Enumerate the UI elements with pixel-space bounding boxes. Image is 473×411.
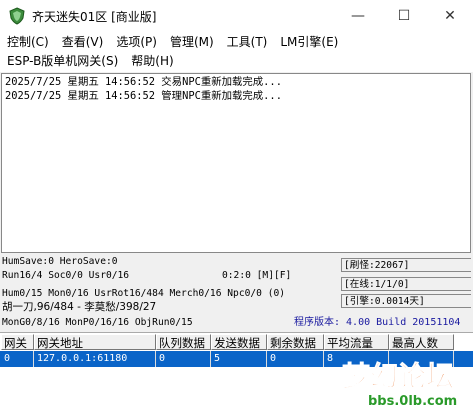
col-gateway-address[interactable]: 网关地址 (34, 334, 156, 350)
menu-tools[interactable]: 工具(T) (220, 32, 274, 52)
menu-esp-gateway[interactable]: ESP-B版单机网关(S) (0, 51, 124, 71)
title-bar: 齐天迷失01区 [商业版] — ☐ ✕ (0, 0, 473, 32)
menu-manage[interactable]: 管理(M) (163, 32, 220, 52)
menu-row-2: ESP-B版单机网关(S) 帮助(H) (0, 51, 180, 71)
menu-help[interactable]: 帮助(H) (124, 51, 179, 71)
cell-queue: 0 (156, 351, 211, 367)
cell-address: 127.0.0.1:61180 (34, 351, 156, 367)
svg-text:bbs.0lb.com: bbs.0lb.com (368, 394, 457, 409)
maximize-button[interactable]: ☐ (381, 0, 427, 32)
status-save: HumSave:0 HeroSave:0 (2, 256, 118, 267)
col-remaining-data[interactable]: 剩余数据 (267, 334, 324, 350)
cell-sent: 5 (211, 351, 267, 367)
menu-bar: 控制(C) 查看(V) 选项(P) 管理(M) 工具(T) LM引擎(E) ESP-B版单… (0, 32, 473, 72)
col-gateway[interactable]: 网关 (1, 334, 34, 350)
status-run: Run16/4 Soc0/0 Usr0/16 (2, 270, 130, 281)
menu-options[interactable]: 选项(P) (109, 32, 163, 52)
status-time: 0:2:0 [M][F] (222, 270, 292, 281)
col-max-users[interactable]: 最高人数 (389, 334, 454, 350)
log-line: 2025/7/25 星期五 14:56:52 管理NPC重新加载完成... (5, 90, 282, 102)
status-hum: Hum0/15 Mon0/16 UsrRot16/484 Merch0/16 N… (2, 288, 286, 299)
log-panel[interactable]: 2025/7/25 星期五 14:56:52 交易NPC重新加载完成... 20… (1, 73, 471, 253)
svg-text:梦幻论坛: 梦幻论坛 (342, 360, 454, 393)
refresh-monster-counter: [刷怪:22067] (341, 258, 471, 272)
log-line: 2025/7/25 星期五 14:56:52 交易NPC重新加载完成... (5, 76, 282, 88)
col-queue-data[interactable]: 队列数据 (156, 334, 211, 350)
status-players: 胡一刀,96/484 - 李莫愁/398/27 (2, 301, 157, 313)
window-title: 齐天迷失01区 [商业版] (32, 10, 157, 24)
online-counter: [在线:1/1/0] (341, 277, 471, 291)
engine-uptime-counter: [引擎:0.0014天] (341, 294, 471, 308)
menu-row-1: 控制(C) 查看(V) 选项(P) 管理(M) 工具(T) LM引擎(E) (0, 32, 344, 52)
col-avg-traffic[interactable]: 平均流量 (324, 334, 389, 350)
menu-view[interactable]: 查看(V) (55, 32, 110, 52)
menu-control[interactable]: 控制(C) (0, 32, 55, 52)
version-label: 程序版本: 4.00 Build 20151104 (294, 317, 461, 328)
status-mon: MonG0/8/16 MonP0/16/16 ObjRun0/15 (2, 317, 193, 328)
green-shield-icon (9, 7, 25, 25)
minimize-button[interactable]: — (335, 0, 381, 32)
col-sent-data[interactable]: 发送数据 (211, 334, 267, 350)
cell-remaining: 0 (267, 351, 324, 367)
cell-gateway: 0 (1, 351, 34, 367)
close-button[interactable]: ✕ (427, 0, 473, 32)
forum-watermark-logo: 梦幻论坛 bbs.0lb.com (342, 360, 458, 410)
menu-lm-engine[interactable]: LM引擎(E) (273, 32, 344, 52)
